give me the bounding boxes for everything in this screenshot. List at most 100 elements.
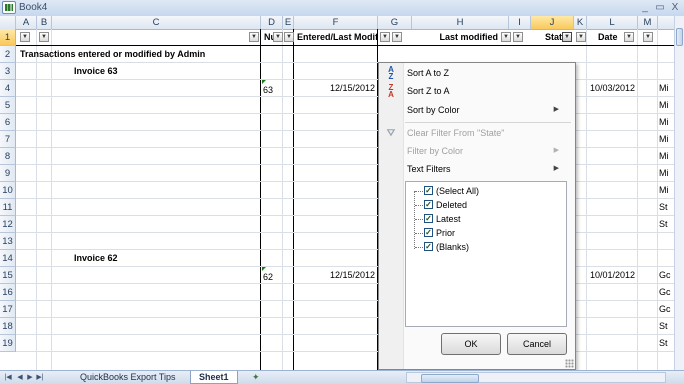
checkbox-checked[interactable]: ✓ xyxy=(424,228,433,237)
invoice-62-cell[interactable]: Invoice 62 xyxy=(74,250,194,267)
entered-date-cell[interactable]: 12/15/2012 xyxy=(296,80,375,97)
header-cell-last-modified[interactable]: Last modified xyxy=(406,29,498,46)
row-header[interactable]: 15 xyxy=(0,267,16,284)
m-cell[interactable]: St xyxy=(659,318,673,335)
menu-item-filter-by-color[interactable]: Filter by Color ▶ xyxy=(407,142,567,160)
filter-values-list[interactable]: ✓ (Select All) ✓ Deleted ✓ Latest ✓ Prio… xyxy=(405,181,567,327)
filter-dropdown-g[interactable]: ▼ xyxy=(392,32,402,42)
header-cell-date[interactable]: Date xyxy=(598,29,620,46)
row-header[interactable]: 1 xyxy=(0,29,16,46)
menu-item-sort-a-to-z[interactable]: Sort A to Z xyxy=(407,64,567,82)
date-cell[interactable]: 10/01/2012 xyxy=(589,267,635,284)
ok-button[interactable]: OK xyxy=(441,333,501,355)
filter-dropdown-l[interactable]: ▼ xyxy=(624,32,634,42)
column-header-m[interactable]: M xyxy=(638,16,658,29)
column-header-d[interactable]: D xyxy=(261,16,283,29)
column-header-h[interactable]: H xyxy=(412,16,509,29)
column-header-f[interactable]: F xyxy=(294,16,378,29)
header-cell-state[interactable]: Stat xyxy=(536,29,562,46)
minimize-button[interactable]: _ xyxy=(638,1,652,14)
invoice-63-cell[interactable]: Invoice 63 xyxy=(74,63,194,80)
cancel-button[interactable]: Cancel xyxy=(507,333,567,355)
header-cell-entered[interactable]: Entered/Last Modifi xyxy=(297,29,377,46)
select-all-corner[interactable] xyxy=(0,16,16,29)
row-header[interactable]: 19 xyxy=(0,335,16,352)
insert-sheet-icon[interactable]: ✦ xyxy=(244,371,268,384)
checkbox-checked[interactable]: ✓ xyxy=(424,186,433,195)
filter-option-latest[interactable]: ✓ Latest xyxy=(424,212,461,226)
filter-dropdown-k[interactable]: ▼ xyxy=(576,32,586,42)
row-header[interactable]: 4 xyxy=(0,80,16,97)
column-header-i[interactable]: I xyxy=(509,16,531,29)
number-cell[interactable]: 63 xyxy=(263,82,283,99)
m-cell[interactable]: St xyxy=(659,216,673,233)
filter-dropdown-e[interactable]: ▼ xyxy=(284,32,294,42)
vertical-scroll-thumb[interactable] xyxy=(676,28,683,46)
m-cell[interactable]: St xyxy=(659,199,673,216)
next-sheet-icon[interactable]: ▶ xyxy=(26,372,34,383)
restore-button[interactable]: ▭ xyxy=(653,1,667,14)
row-header[interactable]: 13 xyxy=(0,233,16,250)
row-header[interactable]: 16 xyxy=(0,284,16,301)
sheet-tab-quickbooks-export-tips[interactable]: QuickBooks Export Tips xyxy=(72,371,184,384)
row-header[interactable]: 9 xyxy=(0,165,16,182)
column-header-a[interactable]: A xyxy=(16,16,37,29)
column-header-l[interactable]: L xyxy=(587,16,638,29)
menu-item-sort-by-color[interactable]: Sort by Color ▶ xyxy=(407,101,567,119)
row-header[interactable]: 11 xyxy=(0,199,16,216)
filter-option-prior[interactable]: ✓ Prior xyxy=(424,226,455,240)
close-button[interactable]: X xyxy=(668,1,682,14)
menu-item-sort-z-to-a[interactable]: Sort Z to A xyxy=(407,82,567,100)
m-cell[interactable]: Gc xyxy=(659,267,673,284)
prev-sheet-icon[interactable]: ◀ xyxy=(16,372,24,383)
report-title-cell[interactable]: Transactions entered or modified by Admi… xyxy=(20,46,280,63)
m-cell[interactable]: Mi xyxy=(659,182,673,199)
column-header-b[interactable]: B xyxy=(37,16,52,29)
m-cell[interactable]: Mi xyxy=(659,80,673,97)
row-header[interactable]: 6 xyxy=(0,114,16,131)
row-header[interactable]: 7 xyxy=(0,131,16,148)
column-header-e[interactable]: E xyxy=(283,16,294,29)
row-header[interactable]: 2 xyxy=(0,46,16,63)
vertical-scrollbar[interactable] xyxy=(674,16,684,370)
filter-dropdown-b[interactable]: ▼ xyxy=(39,32,49,42)
horizontal-scrollbar[interactable] xyxy=(406,372,666,383)
menu-item-text-filters[interactable]: Text Filters ▶ xyxy=(407,160,567,178)
row-header[interactable]: 10 xyxy=(0,182,16,199)
m-cell[interactable]: St xyxy=(659,335,673,352)
m-cell[interactable]: Mi xyxy=(659,148,673,165)
filter-dropdown-c[interactable]: ▼ xyxy=(249,32,259,42)
filter-dropdown-d[interactable]: ▼ xyxy=(273,32,283,42)
entered-date-cell[interactable]: 12/15/2012 xyxy=(296,267,375,284)
filter-dropdown-state-active[interactable]: ▼ xyxy=(562,32,572,42)
checkbox-checked[interactable]: ✓ xyxy=(424,242,433,251)
filter-dropdown-h[interactable]: ▼ xyxy=(501,32,511,42)
filter-option-select-all[interactable]: ✓ (Select All) xyxy=(424,184,479,198)
filter-option-deleted[interactable]: ✓ Deleted xyxy=(424,198,467,212)
filter-dropdown-f[interactable]: ▼ xyxy=(380,32,390,42)
date-cell[interactable]: 10/03/2012 xyxy=(589,80,635,97)
filter-dropdown-a[interactable]: ▼ xyxy=(20,32,30,42)
number-cell[interactable]: 62 xyxy=(263,269,283,286)
menu-item-clear-filter[interactable]: Clear Filter From "State" xyxy=(407,124,567,142)
row-header[interactable]: 8 xyxy=(0,148,16,165)
column-header-j[interactable]: J xyxy=(531,16,574,29)
m-cell[interactable]: Mi xyxy=(659,165,673,182)
sheet-tab-sheet1[interactable]: Sheet1 xyxy=(190,371,238,384)
m-cell[interactable]: Mi xyxy=(659,131,673,148)
row-header[interactable]: 3 xyxy=(0,63,16,80)
first-sheet-icon[interactable]: |◀ xyxy=(4,372,12,383)
resize-grip-icon[interactable] xyxy=(565,359,574,368)
filter-dropdown-i[interactable]: ▼ xyxy=(513,32,523,42)
row-header[interactable]: 14 xyxy=(0,250,16,267)
last-sheet-icon[interactable]: ▶| xyxy=(36,372,44,383)
checkbox-checked[interactable]: ✓ xyxy=(424,214,433,223)
m-cell[interactable]: Gc xyxy=(659,301,673,318)
filter-dropdown-m[interactable]: ▼ xyxy=(643,32,653,42)
checkbox-checked[interactable]: ✓ xyxy=(424,200,433,209)
m-cell[interactable]: Mi xyxy=(659,114,673,131)
m-cell[interactable]: Gc xyxy=(659,284,673,301)
excel-icon[interactable] xyxy=(2,1,16,14)
filter-option-blanks[interactable]: ✓ (Blanks) xyxy=(424,240,469,254)
row-header[interactable]: 17 xyxy=(0,301,16,318)
